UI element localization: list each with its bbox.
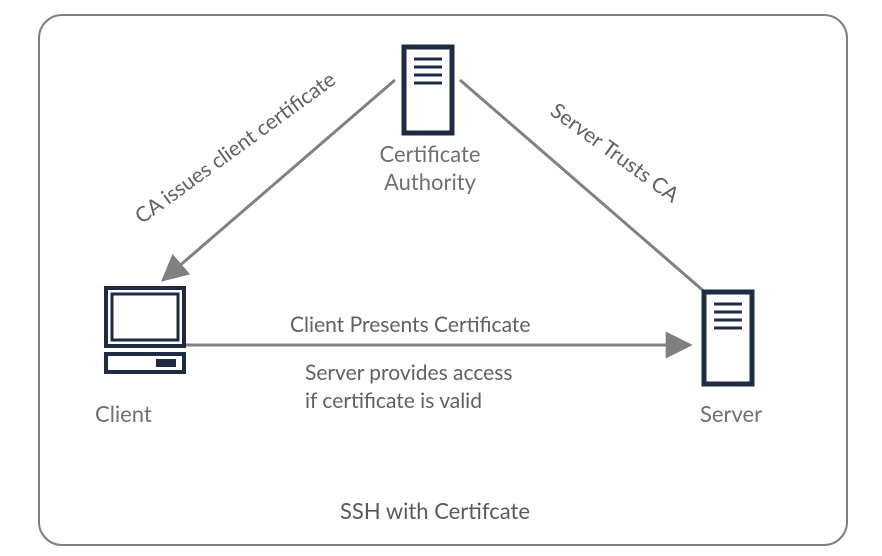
client-icon <box>98 282 198 382</box>
client-label: Client <box>95 400 175 428</box>
server-icon <box>698 290 758 386</box>
diagram-title: SSH with Certifcate <box>340 497 530 524</box>
certificate-authority-icon <box>398 45 458 135</box>
server-label: Server <box>700 400 780 428</box>
ca-label-line2: Authority <box>384 168 476 195</box>
ca-label: Certificate Authority <box>370 140 490 195</box>
edge-label-access2: if certificate is valid <box>305 388 482 413</box>
ca-label-line1: Certificate <box>380 140 481 167</box>
edge-label-present: Client Presents Certificate <box>290 312 530 337</box>
edge-label-access1: Server provides access <box>305 360 512 385</box>
